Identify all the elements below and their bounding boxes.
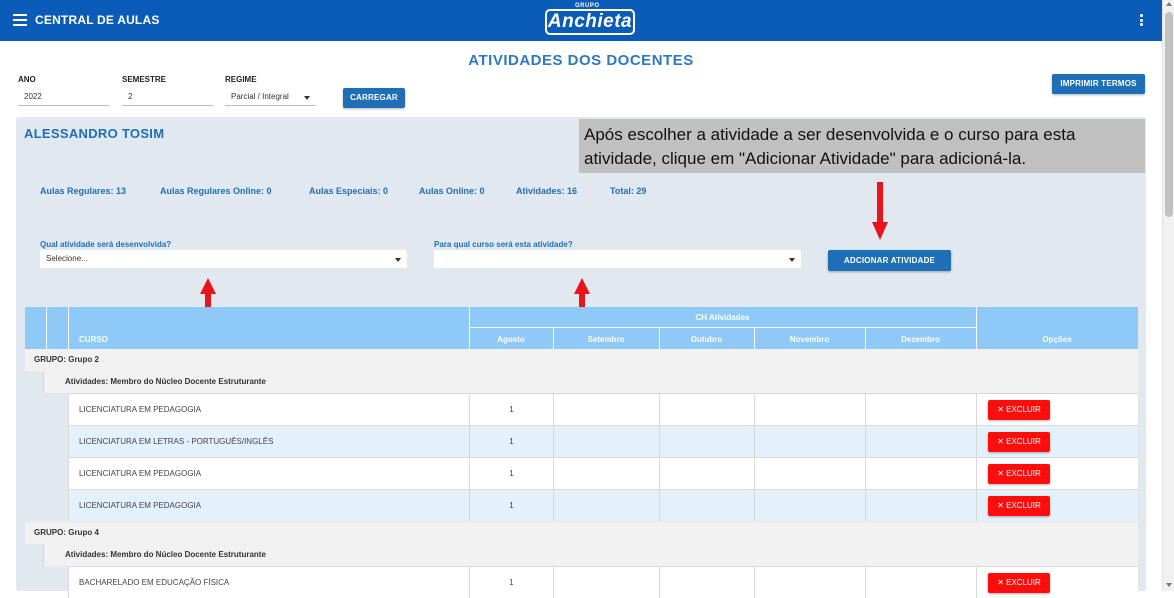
cell-agosto: 1: [469, 394, 553, 425]
excluir-button[interactable]: ✕ EXCLUIR: [988, 464, 1050, 484]
group-row: GRUPO: Grupo 4: [25, 522, 1138, 544]
cell-outubro: [659, 426, 754, 457]
cell-setembro: [553, 426, 659, 457]
table-row: LICENCIATURA EM LETRAS - PORTUGUÊS/INGLÊ…: [68, 425, 1138, 457]
cell-dezembro: [865, 490, 976, 521]
hamburger-menu-icon[interactable]: [13, 14, 27, 26]
cell-agosto: 1: [469, 490, 553, 521]
stat-aulas-regulares-online: Aulas Regulares Online: 0: [160, 186, 272, 196]
caret-down-icon: [304, 96, 310, 100]
group-row: GRUPO: Grupo 2: [25, 349, 1138, 371]
caret-down-icon: [789, 258, 795, 262]
carregar-button[interactable]: CARREGAR: [343, 88, 405, 108]
annotation-arrow-down-icon: [872, 182, 888, 240]
cell-dezembro: [865, 426, 976, 457]
semestre-input[interactable]: 2: [122, 88, 213, 106]
curso-question-label: Para qual curso será esta atividade?: [434, 240, 573, 249]
app-title: CENTRAL DE AULAS: [35, 13, 160, 27]
regime-select-value: Parcial / Integral: [231, 92, 289, 101]
atividade-select-value: Selecione...: [46, 254, 88, 263]
cell-novembro: [754, 458, 865, 489]
cell-novembro: [754, 567, 865, 598]
regime-select[interactable]: Parcial / Integral: [225, 88, 316, 106]
cell-dezembro: [865, 567, 976, 598]
cell-curso: LICENCIATURA EM PEDAGOGIA: [68, 490, 469, 521]
table-row: BACHARELADO EM EDUCAÇÃO FÍSICA 1 ✕ EXCLU…: [68, 566, 1138, 598]
cell-agosto: 1: [469, 458, 553, 489]
header-novembro: Novembro: [789, 335, 830, 344]
page-scrollbar[interactable]: [1162, 0, 1174, 591]
cell-agosto: 1: [469, 567, 553, 598]
caret-down-icon: [395, 258, 401, 262]
header-ch-atividades: CH Atividades: [695, 313, 750, 322]
cell-opcoes: ✕ EXCLUIR: [976, 426, 1138, 457]
cell-novembro: [754, 394, 865, 425]
more-options-icon[interactable]: [1140, 14, 1146, 28]
stat-atividades: Atividades: 16: [516, 186, 578, 196]
cell-outubro: [659, 394, 754, 425]
ano-input[interactable]: 2022: [18, 88, 109, 106]
cell-novembro: [754, 490, 865, 521]
header-setembro: Setembro: [587, 335, 625, 344]
adicionar-atividade-button[interactable]: ADCIONAR ATIVIDADE: [828, 250, 951, 271]
table-header: CURSO CH Atividades Agosto Setembro Outu…: [25, 307, 1138, 349]
header-dezembro: Dezembro: [901, 335, 940, 344]
activity-row: Atividades: Membro do Núcleo Docente Est…: [43, 371, 1138, 393]
cell-agosto: 1: [469, 426, 553, 457]
excluir-button[interactable]: ✕ EXCLUIR: [988, 496, 1050, 516]
header-agosto: Agosto: [497, 335, 525, 344]
excluir-button[interactable]: ✕ EXCLUIR: [988, 432, 1050, 452]
cell-setembro: [553, 567, 659, 598]
atividade-question-label: Qual atividade será desenvolvida?: [40, 240, 172, 249]
cell-outubro: [659, 490, 754, 521]
teacher-panel: ALESSANDRO TOSIM Após escolher a ativida…: [16, 117, 1146, 598]
header-curso: CURSO: [79, 335, 108, 344]
regime-label: REGIME: [225, 75, 257, 84]
cell-opcoes: ✕ EXCLUIR: [976, 458, 1138, 489]
page-title: ATIVIDADES DOS DOCENTES: [468, 52, 694, 69]
cell-curso: LICENCIATURA EM LETRAS - PORTUGUÊS/INGLÊ…: [68, 426, 469, 457]
logo-main-text: Anchieta: [545, 9, 635, 35]
cell-dezembro: [865, 458, 976, 489]
cell-setembro: [553, 490, 659, 521]
semestre-label: SEMESTRE: [122, 75, 167, 84]
table-row: LICENCIATURA EM PEDAGOGIA 1 ✕ EXCLUIR: [68, 393, 1138, 425]
app-bar: CENTRAL DE AULAS GRUPO Anchieta: [0, 0, 1162, 41]
cell-opcoes: ✕ EXCLUIR: [976, 490, 1138, 521]
cell-setembro: [553, 394, 659, 425]
grupo-anchieta-logo: GRUPO Anchieta: [545, 3, 637, 37]
scroll-down-arrow-icon[interactable]: [1166, 583, 1172, 587]
cell-opcoes: ✕ EXCLUIR: [976, 567, 1138, 598]
cell-curso: LICENCIATURA EM PEDAGOGIA: [68, 394, 469, 425]
ano-label: ANO: [18, 75, 36, 84]
teacher-name: ALESSANDRO TOSIM: [24, 126, 165, 141]
excluir-button[interactable]: ✕ EXCLUIR: [988, 400, 1050, 420]
stat-aulas-regulares: Aulas Regulares: 13: [40, 186, 127, 196]
cell-outubro: [659, 458, 754, 489]
atividade-select[interactable]: Selecione...: [40, 250, 407, 268]
stat-total: Total: 29: [610, 186, 647, 196]
cell-novembro: [754, 426, 865, 457]
stat-aulas-especiais: Aulas Especiais: 0: [309, 186, 389, 196]
curso-select[interactable]: [434, 250, 801, 268]
header-opcoes: Opções: [1042, 335, 1072, 344]
cell-outubro: [659, 567, 754, 598]
excluir-button[interactable]: ✕ EXCLUIR: [988, 573, 1050, 593]
cell-curso: BACHARELADO EM EDUCAÇÃO FÍSICA: [68, 567, 469, 598]
activity-row: Atividades: Membro do Núcleo Docente Est…: [43, 544, 1138, 566]
table-row: LICENCIATURA EM PEDAGOGIA 1 ✕ EXCLUIR: [68, 489, 1138, 521]
cell-opcoes: ✕ EXCLUIR: [976, 394, 1138, 425]
imprimir-termos-button[interactable]: IMPRIMIR TERMOS: [1052, 74, 1145, 94]
instruction-annotation: Após escolher a atividade a ser desenvol…: [579, 119, 1145, 173]
table-row: LICENCIATURA EM PEDAGOGIA 1 ✕ EXCLUIR: [68, 457, 1138, 489]
stat-aulas-online: Aulas Online: 0: [419, 186, 485, 196]
scroll-up-arrow-icon[interactable]: [1166, 2, 1172, 6]
scrollbar-thumb[interactable]: [1165, 12, 1173, 217]
header-outubro: Outubro: [690, 335, 723, 344]
cell-setembro: [553, 458, 659, 489]
cell-dezembro: [865, 394, 976, 425]
cell-curso: LICENCIATURA EM PEDAGOGIA: [68, 458, 469, 489]
